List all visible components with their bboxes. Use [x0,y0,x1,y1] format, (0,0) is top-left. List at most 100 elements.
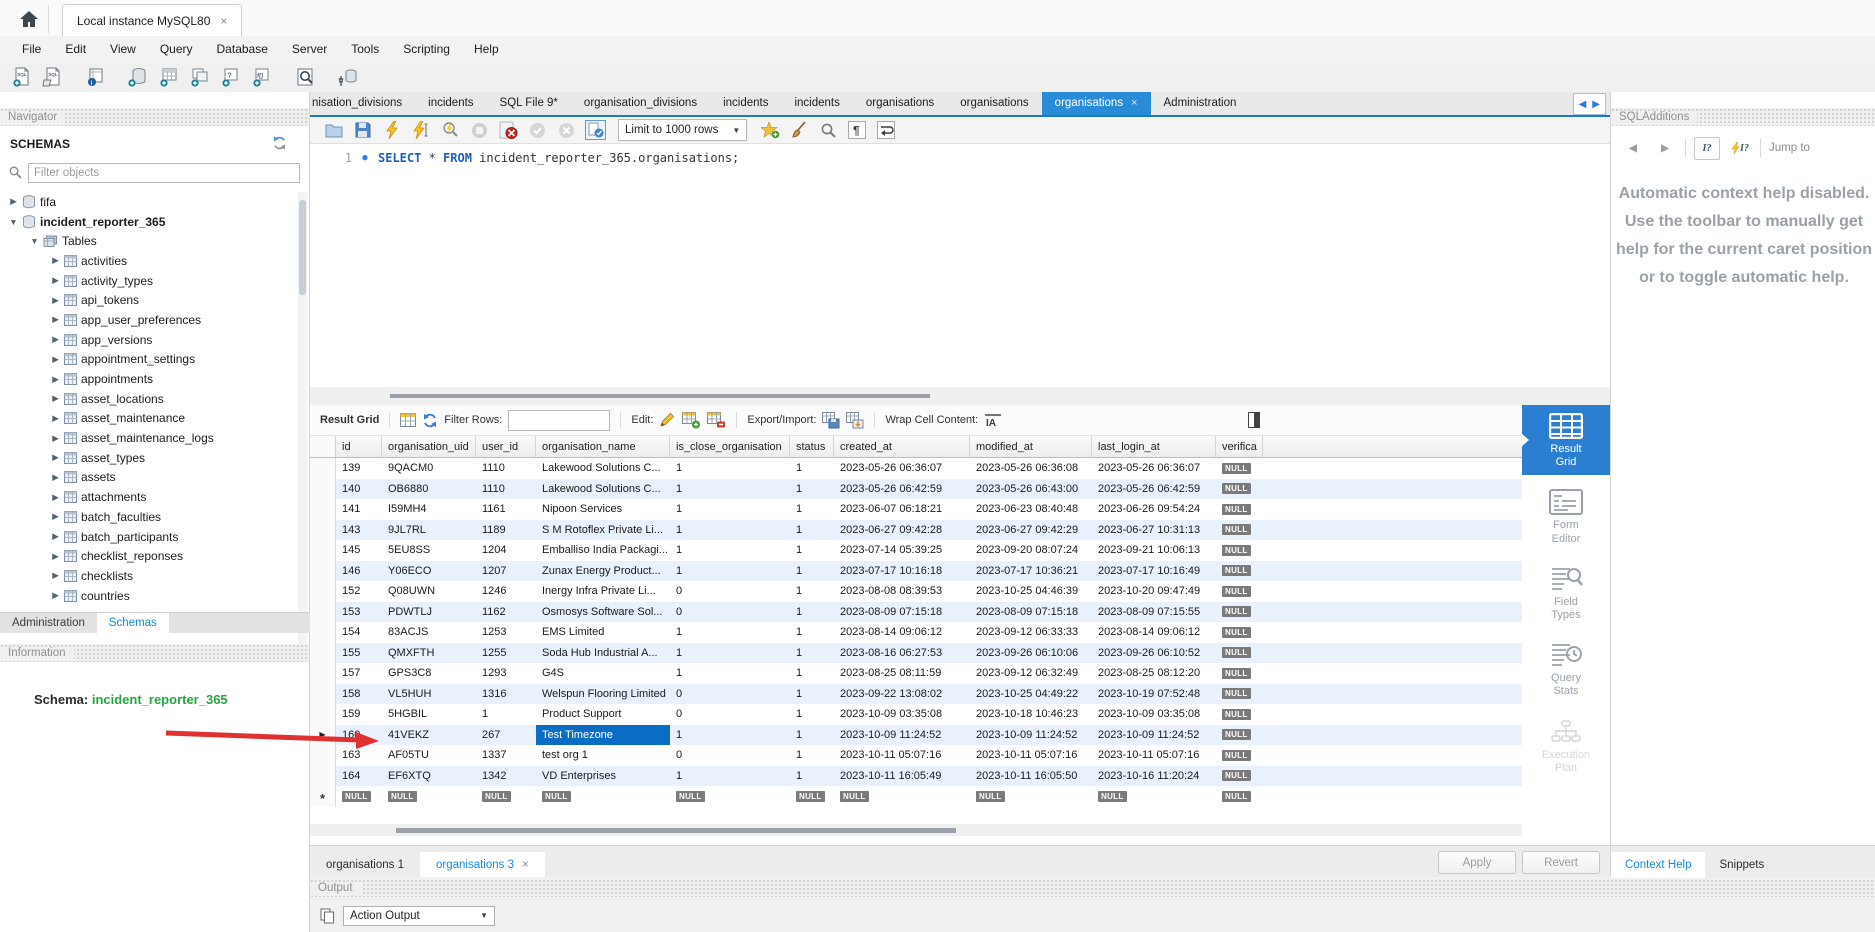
cell-user_id[interactable]: 1337 [476,745,536,766]
cell-id[interactable]: 164 [336,766,382,787]
tree-item-attachments[interactable]: ▶attachments [0,487,294,507]
cell-id[interactable]: 152 [336,581,382,602]
expand-icon[interactable]: ▶ [50,393,61,404]
column-header-created_at[interactable]: created_at [834,436,970,457]
filter-objects-input[interactable] [28,163,300,183]
cell-organisation_uid[interactable]: Y06ECO [382,561,476,582]
cell-modified_at[interactable]: 2023-06-23 08:40:48 [970,499,1092,520]
cell-last_login_at[interactable]: 2023-08-25 08:12:20 [1092,663,1216,684]
cell-status[interactable]: 1 [790,499,834,520]
cell-organisation_name[interactable]: S M Rotoflex Private Li... [536,520,670,541]
cell-organisation_name[interactable]: Welspun Flooring Limited [536,684,670,705]
cell-last_login_at[interactable]: 2023-07-17 10:16:49 [1092,561,1216,582]
cell-id[interactable]: 145 [336,540,382,561]
result-tab-organisations-1[interactable]: organisations 1 [310,852,420,878]
cell-created_at[interactable]: 2023-10-09 03:35:08 [834,704,970,725]
cell-organisation_uid[interactable]: QMXFTH [382,643,476,664]
cell-id[interactable]: 143 [336,520,382,541]
cell-status[interactable]: 1 [790,458,834,479]
cell-modified_at[interactable]: 2023-09-20 08:07:24 [970,540,1092,561]
open-sql-script-icon[interactable]: SQL [39,65,65,89]
expand-icon[interactable]: ▶ [50,255,61,266]
cell-id[interactable]: 139 [336,458,382,479]
row-marker[interactable] [310,499,336,520]
cell-organisation_name[interactable]: Emballiso India Packagi... [536,540,670,561]
back-icon[interactable]: ◀ [1621,138,1645,159]
wrap-content-icon[interactable]: IA [984,413,1002,428]
column-header-user_id[interactable]: user_id [476,436,536,457]
copy-icon[interactable] [320,908,335,924]
cell-modified_at[interactable]: 2023-10-25 04:46:39 [970,581,1092,602]
cell-status[interactable]: 1 [790,684,834,705]
cell-organisation_name[interactable]: Lakewood Solutions C... [536,458,670,479]
cell-status[interactable]: 1 [790,540,834,561]
cell-created_at[interactable]: 2023-07-14 05:39:25 [834,540,970,561]
column-header-last_login_at[interactable]: last_login_at [1092,436,1216,457]
cell-organisation_name[interactable]: Soda Hub Industrial A... [536,643,670,664]
cell-created_at[interactable]: 2023-06-27 09:42:28 [834,520,970,541]
cell-id[interactable]: 157 [336,663,382,684]
cell-id[interactable]: 153 [336,602,382,623]
cell-verification[interactable]: NULL [1216,766,1263,787]
cell-status[interactable]: 1 [790,520,834,541]
cell-user_id[interactable]: 1255 [476,643,536,664]
tree-item-batch_participants[interactable]: ▶batch_participants [0,527,294,547]
cell-verification[interactable]: NULL [1216,458,1263,479]
expand-icon[interactable]: ▶ [50,433,61,444]
tree-item-countries[interactable]: ▶countries [0,586,294,606]
cell-is_close_organisation[interactable]: 1 [670,622,790,643]
view-button-result-grid[interactable]: Result Grid [1522,405,1610,475]
table-row[interactable]: 140OB68801110Lakewood Solutions C...1120… [310,479,1522,500]
cell-organisation_uid[interactable]: GPS3C8 [382,663,476,684]
cell-status[interactable]: 1 [790,643,834,664]
column-header-is_close_organisation[interactable]: is_close_organisation [670,436,790,457]
table-row[interactable]: 152Q08UWN1246Inergy Infra Private Li...0… [310,581,1522,602]
row-marker[interactable] [310,561,336,582]
cell-verification[interactable]: NULL [1216,643,1263,664]
table-row[interactable]: 1455EU8SS1204Emballiso India Packagi...1… [310,540,1522,561]
tree-item-asset_types[interactable]: ▶asset_types [0,448,294,468]
expand-icon[interactable]: ▶ [50,570,61,581]
cell-null[interactable]: NULL [970,786,1092,807]
cell-status[interactable]: 1 [790,581,834,602]
cell-organisation_uid[interactable]: 41VEKZ [382,725,476,746]
collapse-icon[interactable]: ▼ [8,217,19,227]
cell-organisation_uid[interactable]: 5EU8SS [382,540,476,561]
edit-pencil-icon[interactable] [659,412,676,428]
editor-tab-incidents[interactable]: incidents [710,92,781,115]
cell-last_login_at[interactable]: 2023-08-14 09:06:12 [1092,622,1216,643]
row-marker[interactable] [310,704,336,725]
cell-id[interactable]: 141 [336,499,382,520]
cell-last_login_at[interactable]: 2023-06-26 09:54:24 [1092,499,1216,520]
cell-is_close_organisation[interactable]: 0 [670,684,790,705]
cell-last_login_at[interactable]: 2023-05-26 06:36:07 [1092,458,1216,479]
tree-item-asset_maintenance_logs[interactable]: ▶asset_maintenance_logs [0,428,294,448]
cell-is_close_organisation[interactable]: 1 [670,663,790,684]
cell-id[interactable]: 140 [336,479,382,500]
menu-item-edit[interactable]: Edit [53,36,98,62]
table-row[interactable]: 141I59MH41161Nipoon Services112023-06-07… [310,499,1522,520]
cell-created_at[interactable]: 2023-05-26 06:42:59 [834,479,970,500]
cell-is_close_organisation[interactable]: 1 [670,643,790,664]
beautify-icon[interactable] [787,119,811,141]
cell-organisation_uid[interactable]: 9JL7RL [382,520,476,541]
tree-item-app_versions[interactable]: ▶app_versions [0,330,294,350]
menu-item-scripting[interactable]: Scripting [391,36,462,62]
find-icon[interactable] [816,119,840,141]
grid-icon[interactable] [400,413,416,427]
cell-is_close_organisation[interactable]: 1 [670,499,790,520]
row-marker[interactable] [310,602,336,623]
expand-icon[interactable]: ▶ [50,354,61,365]
cell-last_login_at[interactable]: 2023-10-09 03:35:08 [1092,704,1216,725]
cell-organisation_uid[interactable]: VL5HUH [382,684,476,705]
cell-null[interactable]: NULL [382,786,476,807]
cell-created_at[interactable]: 2023-09-22 13:08:02 [834,684,970,705]
column-header-id[interactable]: id [336,436,382,457]
open-file-icon[interactable] [322,119,346,141]
cell-modified_at[interactable]: 2023-09-26 06:10:06 [970,643,1092,664]
tree-item-assets[interactable]: ▶assets [0,468,294,488]
expand-icon[interactable]: ▶ [50,452,61,463]
menu-item-database[interactable]: Database [205,36,280,62]
tree-item-asset_maintenance[interactable]: ▶asset_maintenance [0,409,294,429]
row-marker[interactable] [310,663,336,684]
